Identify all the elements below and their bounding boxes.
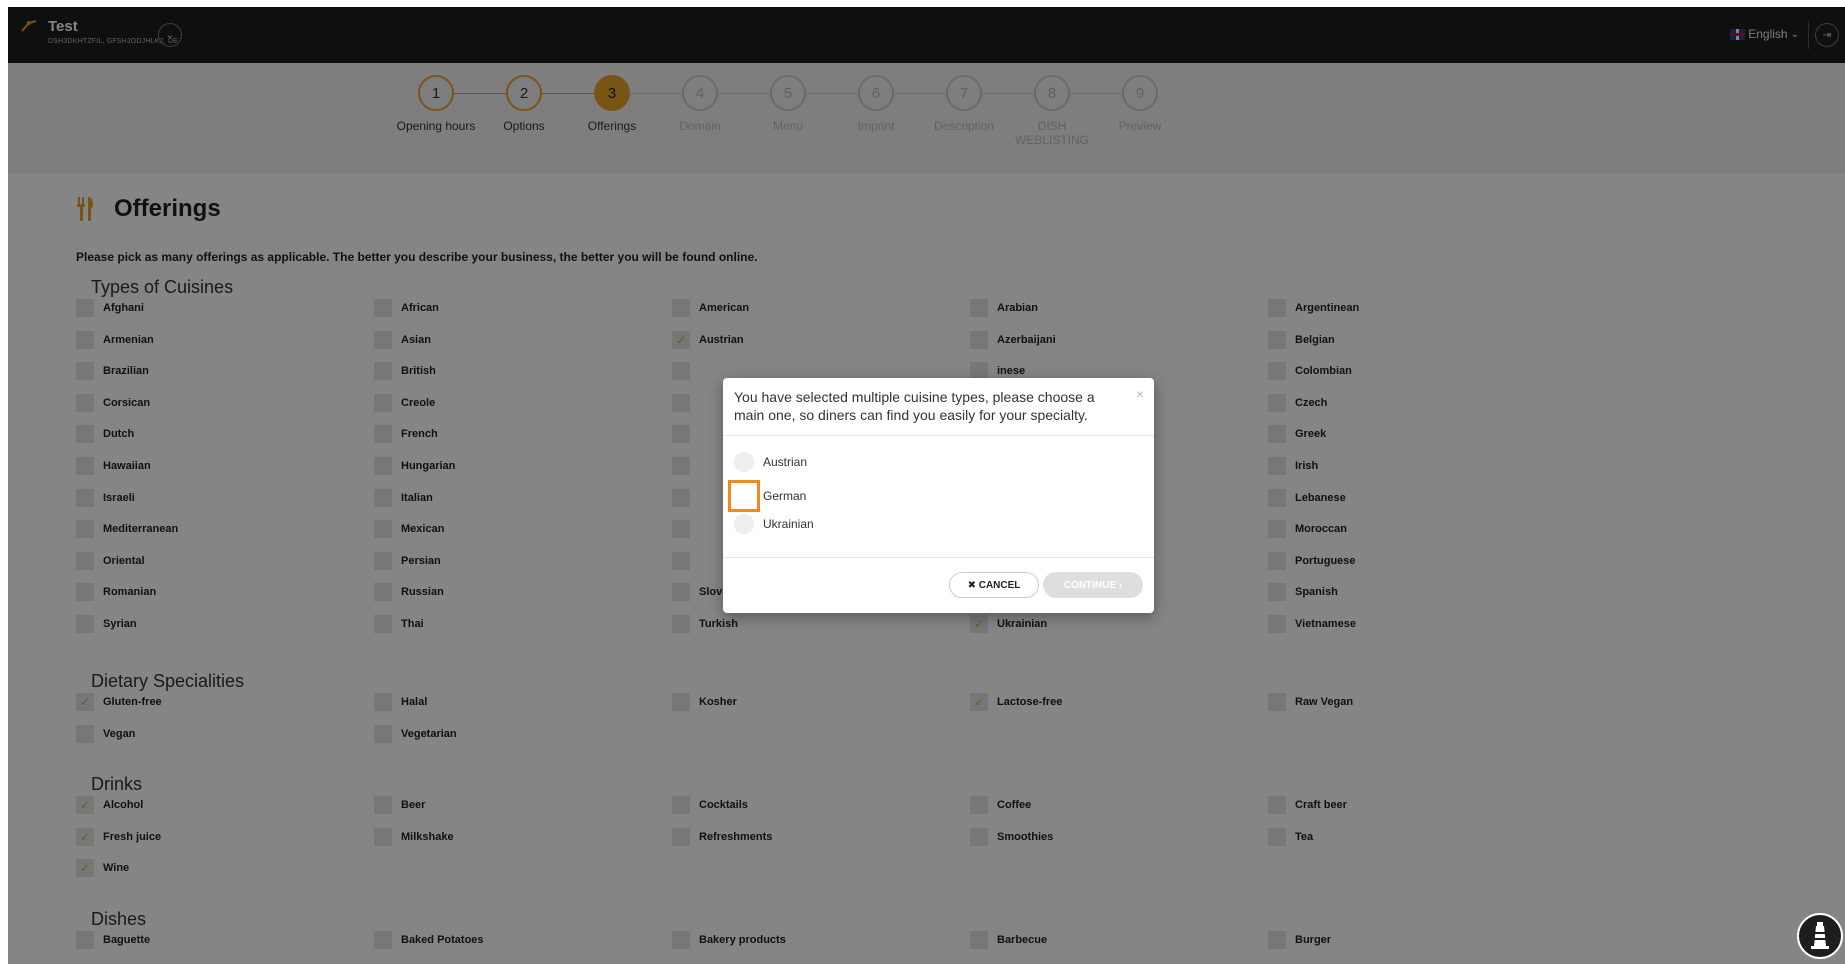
dialog-message: You have selected multiple cuisine types…	[734, 389, 1095, 423]
radio-label: German	[763, 489, 807, 503]
dialog-divider	[723, 557, 1154, 558]
radio-label: Ukrainian	[763, 517, 814, 531]
radio-label: Austrian	[763, 455, 808, 469]
cuisine-radio-austrian[interactable]: Austrian	[734, 452, 807, 472]
radio-button[interactable]	[734, 452, 754, 472]
continue-button[interactable]: CONTINUE ›	[1043, 572, 1143, 598]
cancel-button[interactable]: ✖ CANCEL	[949, 572, 1039, 598]
page: Test DSH3DKHTZFIL, GFSHJODJHLK2, DE ⌄ En…	[8, 7, 1845, 964]
radio-button[interactable]	[728, 480, 760, 512]
lighthouse-icon	[1811, 922, 1829, 949]
close-icon[interactable]: ×	[1136, 386, 1144, 402]
radio-button[interactable]	[734, 514, 754, 534]
dialog-divider	[723, 435, 1154, 436]
main-cuisine-dialog: You have selected multiple cuisine types…	[723, 378, 1154, 613]
cuisine-radio-german[interactable]: German	[728, 480, 807, 512]
help-chat-button[interactable]	[1797, 913, 1843, 959]
cuisine-radio-ukrainian[interactable]: Ukrainian	[734, 514, 814, 534]
